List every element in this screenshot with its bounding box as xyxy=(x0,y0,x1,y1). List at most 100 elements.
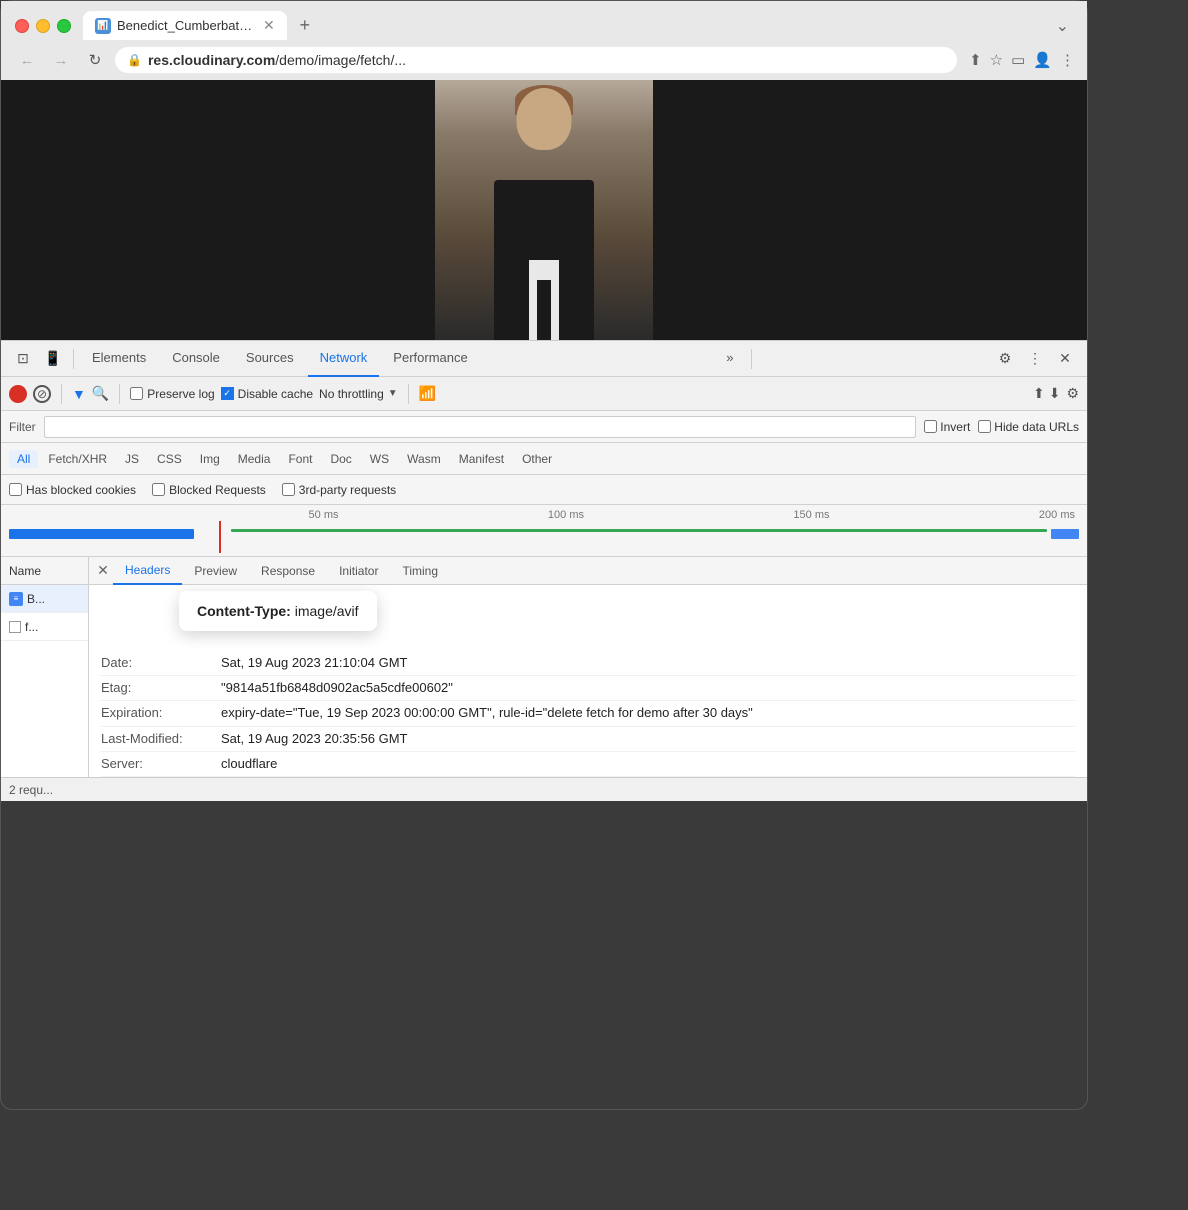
timeline-bar-blue xyxy=(9,529,194,539)
hide-data-checkbox[interactable] xyxy=(978,420,991,433)
share-icon[interactable]: ⬆ xyxy=(969,51,982,69)
h-tab-preview[interactable]: Preview xyxy=(182,557,249,585)
new-tab-button[interactable]: + xyxy=(291,12,319,40)
blocked-cookies-label[interactable]: Has blocked cookies xyxy=(9,483,136,497)
toolbar-divider xyxy=(73,349,74,369)
preserve-log-text: Preserve log xyxy=(147,387,214,401)
type-filter-row: All Fetch/XHR JS CSS Img Media Font Doc … xyxy=(1,443,1087,475)
blocked-requests-checkbox[interactable] xyxy=(152,483,165,496)
h-tab-response[interactable]: Response xyxy=(249,557,327,585)
lock-icon: 🔒 xyxy=(127,53,142,67)
filter-label: Filter xyxy=(9,420,36,434)
type-btn-wasm[interactable]: Wasm xyxy=(399,450,449,468)
devtools-toolbar: ⊡ 📱 Elements Console Sources Network Per… xyxy=(1,341,1087,377)
timeline-bars xyxy=(1,521,1087,553)
person-shirt xyxy=(529,260,559,340)
header-value-date: Sat, 19 Aug 2023 21:10:04 GMT xyxy=(221,654,1075,672)
bookmark-icon[interactable]: ☆ xyxy=(990,51,1003,69)
invert-checkbox[interactable] xyxy=(924,420,937,433)
type-btn-manifest[interactable]: Manifest xyxy=(451,450,512,468)
headers-close-button[interactable]: ✕ xyxy=(93,561,113,581)
ruler-marks: 50 ms 100 ms 150 ms 200 ms xyxy=(97,509,1079,521)
more-tabs-button[interactable]: » xyxy=(714,341,745,377)
tab-console[interactable]: Console xyxy=(160,341,232,377)
filter-icon[interactable]: ▼ xyxy=(72,386,86,402)
third-party-label[interactable]: 3rd-party requests xyxy=(282,483,396,497)
wifi-icon: 📶 xyxy=(419,385,436,402)
blocked-requests-label[interactable]: Blocked Requests xyxy=(152,483,266,497)
disable-cache-text: Disable cache xyxy=(238,387,313,401)
ruler-200ms: 200 ms xyxy=(834,509,1080,521)
tooltip-value: image/avif xyxy=(295,603,359,619)
close-button[interactable] xyxy=(15,19,29,33)
header-row-expiration: Expiration: expiry-date="Tue, 19 Sep 202… xyxy=(101,701,1075,726)
header-row-last-modified: Last-Modified: Sat, 19 Aug 2023 20:35:56… xyxy=(101,727,1075,752)
disable-cache-checkbox[interactable]: ✓ xyxy=(221,387,234,400)
third-party-checkbox[interactable] xyxy=(282,483,295,496)
timeline-bar-blue-right xyxy=(1051,529,1079,539)
type-btn-all[interactable]: All xyxy=(9,450,38,468)
ruler-150ms: 150 ms xyxy=(588,509,834,521)
h-tab-initiator[interactable]: Initiator xyxy=(327,557,390,585)
response-headers-list: Date: Sat, 19 Aug 2023 21:10:04 GMT Etag… xyxy=(101,651,1075,777)
download-icon[interactable]: ⬇ xyxy=(1049,385,1061,402)
type-btn-img[interactable]: Img xyxy=(192,450,228,468)
name-header-text: Name xyxy=(9,564,41,578)
headers-tabs: ✕ Headers Preview Response Initiator Tim… xyxy=(89,557,1087,585)
type-btn-css[interactable]: CSS xyxy=(149,450,190,468)
tooltip-key: Content-Type: xyxy=(197,603,291,619)
minimize-button[interactable] xyxy=(36,19,50,33)
tab-chevron[interactable]: ⌄ xyxy=(1052,12,1073,40)
page-content xyxy=(1,80,1087,340)
type-btn-doc[interactable]: Doc xyxy=(322,450,359,468)
tab-elements[interactable]: Elements xyxy=(80,341,158,377)
request-row-0[interactable]: ≡ B... xyxy=(1,585,88,613)
clear-button[interactable]: ⊘ xyxy=(33,385,51,403)
settings-icon[interactable]: ⚙ xyxy=(991,345,1019,373)
header-value-server: cloudflare xyxy=(221,755,1075,773)
forward-button[interactable]: → xyxy=(47,46,75,74)
network-settings-icon[interactable]: ⚙ xyxy=(1066,385,1079,402)
tab-sources[interactable]: Sources xyxy=(234,341,306,377)
devtools-close-button[interactable]: ✕ xyxy=(1051,345,1079,373)
type-btn-media[interactable]: Media xyxy=(230,450,279,468)
type-btn-ws[interactable]: WS xyxy=(362,450,397,468)
maximize-button[interactable] xyxy=(57,19,71,33)
type-btn-fetch-xhr[interactable]: Fetch/XHR xyxy=(40,450,115,468)
h-tab-timing[interactable]: Timing xyxy=(390,557,450,585)
back-button[interactable]: ← xyxy=(13,46,41,74)
throttle-select[interactable]: No throttling ▼ xyxy=(319,387,398,401)
header-value-last-modified: Sat, 19 Aug 2023 20:35:56 GMT xyxy=(221,730,1075,748)
hide-data-label[interactable]: Hide data URLs xyxy=(978,420,1079,434)
search-icon[interactable]: 🔍 xyxy=(92,385,109,402)
type-btn-font[interactable]: Font xyxy=(280,450,320,468)
filter-input[interactable] xyxy=(44,416,917,438)
tab-close-icon[interactable]: ✕ xyxy=(263,17,275,34)
title-bar: 📊 Benedict_Cumberbatch_2011. ✕ + ⌄ xyxy=(1,1,1087,40)
request-checkbox-1 xyxy=(9,621,21,633)
h-tab-headers[interactable]: Headers xyxy=(113,557,182,585)
tab-performance[interactable]: Performance xyxy=(381,341,479,377)
profile-icon[interactable]: 👤 xyxy=(1033,51,1052,69)
preserve-log-checkbox[interactable] xyxy=(130,387,143,400)
address-text: res.cloudinary.com/demo/image/fetch/... xyxy=(148,52,945,68)
reading-mode-icon[interactable]: ▭ xyxy=(1011,51,1025,69)
reload-button[interactable]: ↻ xyxy=(81,46,109,74)
request-row-1[interactable]: f... xyxy=(1,613,88,641)
upload-icon[interactable]: ⬆ xyxy=(1033,385,1045,402)
disable-cache-label[interactable]: ✓ Disable cache xyxy=(221,387,313,401)
type-btn-js[interactable]: JS xyxy=(117,450,147,468)
device-toggle-icon[interactable]: 📱 xyxy=(39,345,67,373)
record-button[interactable] xyxy=(9,385,27,403)
type-btn-other[interactable]: Other xyxy=(514,450,560,468)
invert-label[interactable]: Invert xyxy=(924,420,970,434)
address-bar-row: ← → ↻ 🔒 res.cloudinary.com/demo/image/fe… xyxy=(1,40,1087,80)
tab-network[interactable]: Network xyxy=(308,341,380,377)
blocked-cookies-checkbox[interactable] xyxy=(9,483,22,496)
active-tab[interactable]: 📊 Benedict_Cumberbatch_2011. ✕ xyxy=(83,11,287,40)
more-options-icon[interactable]: ⋮ xyxy=(1060,51,1075,69)
inspect-icon[interactable]: ⊡ xyxy=(9,345,37,373)
preserve-log-label[interactable]: Preserve log xyxy=(130,387,214,401)
address-bar[interactable]: 🔒 res.cloudinary.com/demo/image/fetch/..… xyxy=(115,47,957,73)
devtools-more-icon[interactable]: ⋮ xyxy=(1021,345,1049,373)
